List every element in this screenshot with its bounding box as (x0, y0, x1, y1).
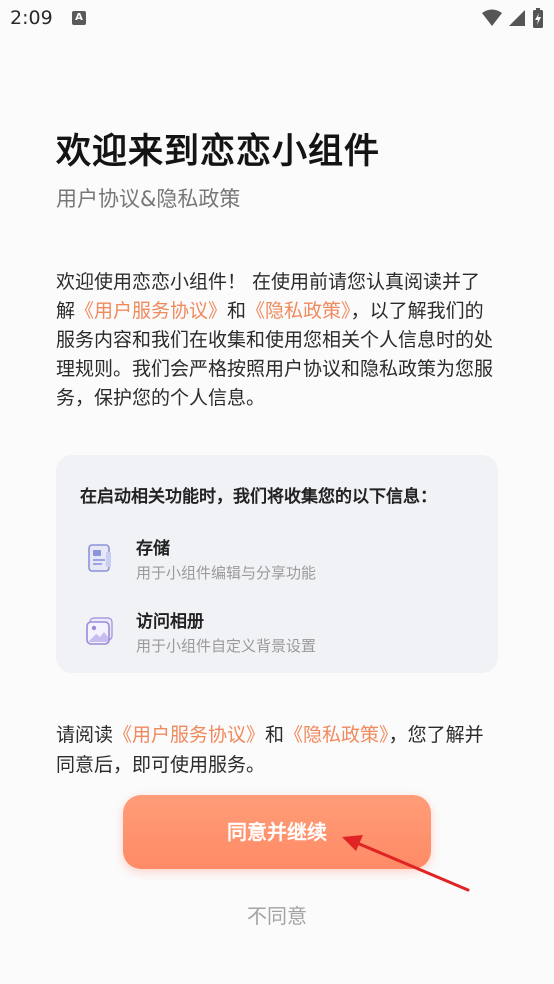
permission-desc: 用于小组件编辑与分享功能 (136, 564, 317, 582)
permission-title: 访问相册 (136, 612, 204, 632)
battery-icon (533, 8, 543, 28)
privacy-policy-link[interactable]: 《隐私政策》 (284, 724, 389, 746)
status-bar: 2:09 A (0, 0, 554, 38)
album-icon (86, 617, 113, 645)
user-agreement-link[interactable]: 《用户服务协议》 (113, 724, 265, 746)
signal-icon (509, 10, 525, 26)
notice-text-2: 和 (265, 724, 285, 746)
privacy-policy-link[interactable]: 《隐私政策》 (246, 300, 351, 322)
annotation-arrow-icon (342, 835, 470, 892)
storage-icon (88, 544, 111, 572)
privacy-consent-screen: 2:09 A 欢迎来到恋恋小组件 用户协议&隐私政策 欢迎使用恋恋小组件！ 在使… (0, 0, 554, 984)
permissions-card-title: 在启动相关功能时，我们将收集您的以下信息： (80, 487, 437, 507)
notice-text-1: 请阅读 (56, 724, 114, 746)
permissions-card: 在启动相关功能时，我们将收集您的以下信息： 存储 用于小组件编辑与分享功能 访问… (56, 455, 498, 673)
status-time: 2:09 (10, 7, 53, 29)
status-icons (482, 8, 544, 28)
permission-desc: 用于小组件自定义背景设置 (136, 637, 317, 655)
consent-notice: 请阅读《用户服务协议》和《隐私政策》，您了解并同意后，即可使用服务。 (56, 720, 498, 780)
page-title: 欢迎来到恋恋小组件 (56, 132, 381, 172)
intro-paragraph: 欢迎使用恋恋小组件！ 在使用前请您认真阅读并了解《用户服务协议》和《隐私政策》，… (56, 268, 498, 413)
permission-item-storage: 存储 用于小组件编辑与分享功能 (80, 532, 480, 586)
wifi-icon (482, 9, 502, 26)
permission-item-album: 访问相册 用于小组件自定义背景设置 (80, 605, 480, 659)
intro-text-2: 和 (227, 300, 247, 322)
page-subtitle: 用户协议&隐私政策 (56, 187, 241, 211)
disagree-button[interactable]: 不同意 (0, 900, 554, 929)
user-agreement-link[interactable]: 《用户服务协议》 (75, 300, 227, 322)
permission-title: 存储 (136, 539, 170, 559)
notification-badge-icon: A (72, 11, 86, 25)
